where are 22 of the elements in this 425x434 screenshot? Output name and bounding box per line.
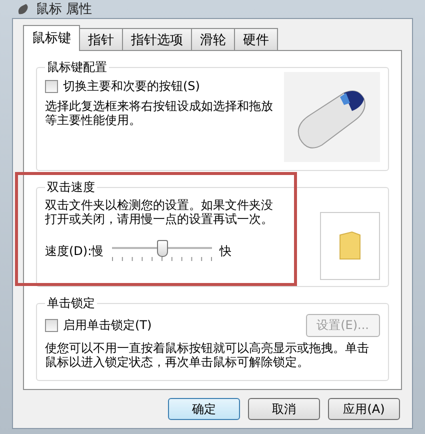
tab[interactable]: 硬件 [234, 28, 278, 51]
description: 选择此复选框来将右按钮设成如选择和拖放等主要性能使用。 [45, 99, 274, 127]
slider-thumb[interactable] [156, 240, 168, 257]
tab[interactable]: 滑轮 [191, 28, 235, 51]
slider-label: 速度(D):慢 [45, 242, 104, 260]
checkbox[interactable]: 切换主要和次要的按钮(S) [45, 78, 276, 95]
tab[interactable]: 鼠标键 [23, 25, 80, 51]
speed-slider[interactable] [112, 240, 212, 262]
group-title: 鼠标键配置 [45, 59, 109, 76]
group-title: 单击锁定 [45, 295, 97, 312]
tab[interactable]: 指针 [79, 28, 123, 51]
dialog-button[interactable]: 应用(A) [328, 398, 400, 420]
window-title: 鼠标 属性 [36, 1, 92, 18]
dialog-button[interactable]: 取消 [248, 398, 320, 420]
checkbox[interactable]: 启用单击锁定(T) [45, 317, 152, 334]
description: 使您可以不用一直按着鼠标按钮就可以高亮显示或拖拽。单击鼠标以进入锁定状态，再次单击鼠标可解除锁定。 [45, 341, 370, 369]
dialog-button[interactable]: 确定 [168, 398, 240, 420]
tab[interactable]: 指针选项 [122, 28, 192, 51]
test-area[interactable] [320, 212, 380, 280]
slider-label: 快 [220, 242, 232, 260]
folder-icon [338, 231, 362, 261]
description: 双击文件夹以检测您的设置。如果文件夹没打开或关闭，请用慢一点的设置再试一次。 [45, 198, 274, 226]
